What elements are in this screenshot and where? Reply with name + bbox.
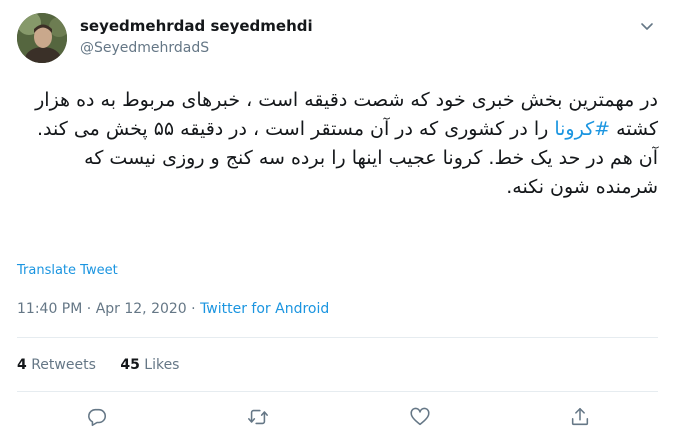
divider xyxy=(17,337,658,338)
reply-icon[interactable] xyxy=(86,406,108,428)
tweet-source-link[interactable]: Twitter for Android xyxy=(200,301,329,317)
tweet-time[interactable]: 11:40 PM xyxy=(17,301,82,317)
translate-tweet-link[interactable]: Translate Tweet xyxy=(17,263,118,278)
retweets-label: Retweets xyxy=(31,357,96,373)
likes-stat[interactable]: 45 Likes xyxy=(120,357,179,373)
author-display-name[interactable]: seyedmehrdad seyedmehdi xyxy=(80,17,313,35)
avatar[interactable] xyxy=(17,13,67,63)
tweet-date[interactable]: Apr 12, 2020 xyxy=(96,301,187,317)
likes-count: 45 xyxy=(120,357,140,373)
heart-icon[interactable] xyxy=(409,406,431,428)
divider xyxy=(17,391,658,392)
author-handle[interactable]: @SeyedmehrdadS xyxy=(80,40,209,56)
tweet-text: در مهمترین بخش خبری خود که شصت دقیقه است… xyxy=(17,86,658,202)
avatar-photo xyxy=(17,13,67,63)
retweet-icon[interactable] xyxy=(247,406,269,428)
meta-separator: · xyxy=(82,301,96,317)
tweet-actions xyxy=(0,406,677,430)
chevron-down-icon[interactable] xyxy=(639,18,655,34)
tweet-meta: 11:40 PM · Apr 12, 2020 · Twitter for An… xyxy=(17,301,329,317)
likes-label: Likes xyxy=(144,357,180,373)
share-icon[interactable] xyxy=(569,406,591,428)
meta-separator: · xyxy=(186,301,201,317)
tweet-stats: 4 Retweets 45 Likes xyxy=(17,357,199,373)
retweets-count: 4 xyxy=(17,357,27,373)
retweets-stat[interactable]: 4 Retweets xyxy=(17,357,96,373)
hashtag-link[interactable]: #کرونا xyxy=(554,118,610,140)
